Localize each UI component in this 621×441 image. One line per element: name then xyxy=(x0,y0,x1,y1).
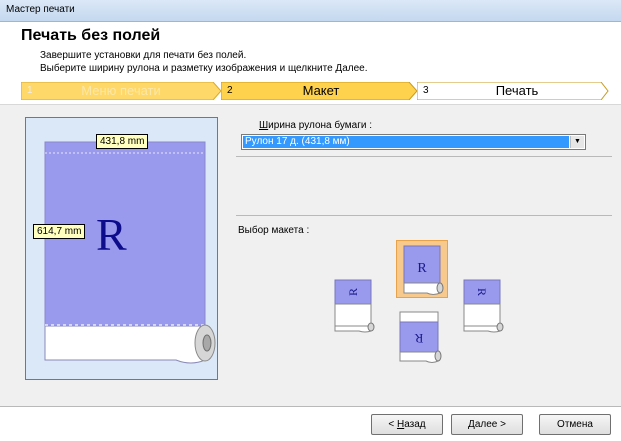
paper-width-value: Рулон 17 д. (431,8 мм) xyxy=(243,136,569,148)
step-1-number: 1 xyxy=(27,85,33,96)
layout-preview: R 431,8 mm 614,7 mm xyxy=(25,117,218,380)
next-label: алее > xyxy=(474,419,506,430)
svg-text:R: R xyxy=(414,331,423,346)
chevron-down-icon[interactable]: ▼ xyxy=(570,136,584,148)
step-3: 3 Печать xyxy=(417,82,609,100)
window-title: Мастер печати xyxy=(6,4,75,15)
divider-top xyxy=(236,156,612,157)
svg-text:R: R xyxy=(475,288,489,296)
step-2: 2 Макет xyxy=(221,82,417,100)
step-1-label: Меню печати xyxy=(81,83,161,98)
preview-glyph: R xyxy=(96,209,127,260)
footer-divider xyxy=(0,406,621,407)
layout-option-left[interactable]: R xyxy=(331,276,383,334)
roll-left-icon: R xyxy=(334,279,375,333)
paper-width-label-text: ирина рулона бумаги : xyxy=(268,120,372,131)
width-dimension-label: 431,8 mm xyxy=(96,134,149,149)
wizard-steps: 1 Меню печати 2 Макет 3 Печать xyxy=(21,82,609,100)
divider-layout xyxy=(236,215,612,216)
main-panel: R 431,8 mm 614,7 mm Ширина рулона бумаги… xyxy=(0,104,621,406)
page-title: Печать без полей xyxy=(21,27,161,44)
paper-width-select[interactable]: Рулон 17 д. (431,8 мм) ▼ xyxy=(241,134,586,150)
instruction-line-1: Завершите установки для печати без полей… xyxy=(40,50,247,61)
layout-option-top[interactable]: R xyxy=(396,240,448,298)
svg-text:R: R xyxy=(346,288,360,296)
title-bar: Мастер печати xyxy=(0,0,621,22)
roll-right-icon: R xyxy=(463,279,504,333)
instruction-line-2: Выберите ширину рулона и разметку изобра… xyxy=(40,63,368,74)
step-2-number: 2 xyxy=(227,85,233,96)
roll-top-icon: R xyxy=(403,245,444,295)
height-dimension-label: 614,7 mm xyxy=(33,224,86,239)
layout-option-bottom[interactable]: R xyxy=(396,308,448,366)
roll-bottom-icon: R xyxy=(399,311,442,363)
cancel-button[interactable]: Отмена xyxy=(539,414,611,435)
svg-text:R: R xyxy=(417,261,427,276)
back-prefix: < xyxy=(388,419,397,430)
next-accel: Д xyxy=(468,419,475,430)
step-1: 1 Меню печати xyxy=(21,82,221,100)
step-3-number: 3 xyxy=(423,85,429,96)
next-button[interactable]: Далее > xyxy=(451,414,523,435)
wizard-header: Печать без полей Завершите установки для… xyxy=(0,22,621,80)
layout-selection-label: Выбор макета : xyxy=(238,225,310,236)
back-button[interactable]: < Назад xyxy=(371,414,443,435)
layout-option-right[interactable]: R xyxy=(460,276,512,334)
step-2-label: Макет xyxy=(302,83,340,98)
step-3-label: Печать xyxy=(495,83,539,98)
paper-width-accel: Ш xyxy=(259,120,269,131)
back-label: азад xyxy=(404,419,426,430)
paper-width-label: Ширина рулона бумаги : xyxy=(259,120,372,131)
